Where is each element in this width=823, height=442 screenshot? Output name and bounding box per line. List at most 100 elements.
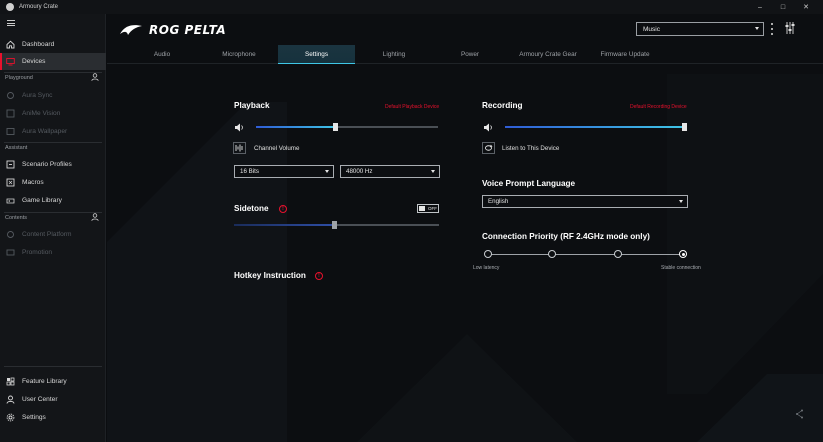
slider-thumb[interactable] [331,221,337,229]
hotkey-info-icon[interactable]: ! [315,272,323,280]
chevron-down-icon [755,27,759,30]
sidebar-item-feature-library[interactable]: Feature Library [0,373,106,390]
device-brand: ROG PELTA [119,23,226,37]
toggle-knob [419,206,425,211]
more-options-icon[interactable] [770,23,773,35]
main-content: ROG PELTA Music Audio Microphone Setting… [107,14,823,442]
speaker-icon[interactable] [233,121,246,133]
feature-library-icon [6,377,15,386]
chevron-down-icon [679,200,683,203]
armoury-crate-logo-icon [6,3,14,11]
profile-select[interactable]: Music [636,22,764,36]
section-assistant: Assistant [5,145,28,151]
user-icon[interactable] [91,213,99,221]
sidebar-item-macros[interactable]: Macros [0,174,106,191]
sidetone-info-icon[interactable]: ! [279,205,287,213]
tab-armoury-crate-gear[interactable]: Armoury Crate Gear [512,45,584,64]
sidebar: Dashboard Devices Playground Aura Sync A… [0,14,106,442]
user-icon[interactable] [91,73,99,81]
slider-thumb[interactable] [332,123,338,131]
content-platform-icon [6,230,15,239]
recording-volume-slider[interactable] [505,123,687,131]
settings-gear-icon [6,413,15,422]
sidebar-item-label: Devices [22,58,46,65]
toggle-label: OFF [428,206,437,211]
sidebar-item-devices[interactable]: Devices [0,53,106,70]
sidebar-item-label: Dashboard [22,41,55,48]
slider-thumb[interactable] [682,123,687,131]
sidebar-item-dashboard[interactable]: Dashboard [0,36,106,53]
speaker-icon[interactable] [482,121,495,133]
recording-heading: Recording [482,101,523,110]
slider-fill [234,224,337,226]
connection-priority-step-2[interactable] [548,250,556,258]
listen-to-this-device-label[interactable]: Listen to This Device [502,145,559,152]
user-center-icon [6,395,15,404]
sidebar-item-promotion[interactable]: Promotion [0,244,106,261]
tab-power[interactable]: Power [447,45,493,64]
tab-firmware-update[interactable]: Firmware Update [594,45,656,64]
section-playground: Playground [5,75,33,81]
sidetone-heading: Sidetone [234,204,269,213]
equalizer-settings-icon[interactable] [785,22,795,34]
voice-prompt-language-select[interactable]: English [482,195,688,208]
default-recording-device-link[interactable]: Default Recording Device [630,104,687,110]
minimize-button[interactable]: – [751,0,769,14]
divider [4,212,102,213]
maximize-button[interactable]: □ [774,0,792,14]
menu-hamburger-icon[interactable] [7,20,15,26]
tab-audio[interactable]: Audio [137,45,187,64]
voice-prompt-language-value: English [488,198,509,205]
voice-prompt-language-heading: Voice Prompt Language [482,179,576,188]
sidebar-item-aura-wallpaper[interactable]: Aura Wallpaper [0,123,106,140]
anime-vision-icon [6,109,15,118]
sidebar-item-aura-sync[interactable]: Aura Sync [0,87,106,104]
tab-lighting[interactable]: Lighting [369,45,419,64]
stable-connection-label: Stable connection [661,265,701,271]
connection-priority-step-1[interactable] [484,250,492,258]
sidebar-item-label: Scenario Profiles [22,161,72,168]
default-playback-device-link[interactable]: Default Playback Device [385,104,439,110]
bit-depth-select[interactable]: 16 Bits [234,165,334,178]
section-contents: Contents [5,215,28,221]
close-button[interactable]: ✕ [797,0,815,14]
listen-device-icon[interactable] [482,142,495,154]
active-indicator [0,53,2,70]
rog-eye-logo-icon [120,25,142,35]
sidebar-item-content-platform[interactable]: Content Platform [0,226,106,243]
playback-volume-slider[interactable] [256,123,438,131]
sidebar-item-settings[interactable]: Settings [0,409,106,426]
sidebar-item-scenario-profiles[interactable]: Scenario Profiles [0,156,106,173]
sample-rate-select[interactable]: 48000 Hz [340,165,440,178]
sidebar-item-label: Macros [22,179,44,186]
sidebar-item-label: Feature Library [22,378,67,385]
tab-bar: Audio Microphone Settings Lighting Power… [107,45,823,64]
sidebar-item-label: Aura Sync [22,92,53,99]
channel-volume-icon[interactable] [233,142,246,154]
channel-volume-label[interactable]: Channel Volume [254,145,299,152]
sidebar-item-game-library[interactable]: Game Library [0,192,106,209]
sidebar-item-label: Game Library [22,197,62,204]
sidebar-item-anime-vision[interactable]: AniMe Vision [0,105,106,122]
promotion-icon [6,248,15,257]
connection-priority-step-4[interactable] [679,250,687,258]
chevron-down-icon [325,170,329,173]
share-icon[interactable] [795,409,804,419]
scenario-profiles-icon [6,160,15,169]
profile-select-value: Music [643,25,660,33]
devices-icon [6,57,15,66]
home-icon [6,40,15,49]
tab-settings[interactable]: Settings [278,45,355,64]
sidetone-slider[interactable] [234,221,439,229]
bit-depth-value: 16 Bits [240,168,259,175]
connection-priority-step-3[interactable] [614,250,622,258]
sidetone-toggle[interactable]: OFF [417,204,439,213]
sidebar-item-user-center[interactable]: User Center [0,391,106,408]
game-library-icon [6,196,15,205]
tab-microphone[interactable]: Microphone [211,45,267,64]
divider [4,366,102,367]
divider [4,142,102,143]
sidebar-item-label: User Center [22,396,58,403]
hotkey-instruction-heading: Hotkey Instruction [234,271,306,280]
slider-fill [256,126,338,128]
